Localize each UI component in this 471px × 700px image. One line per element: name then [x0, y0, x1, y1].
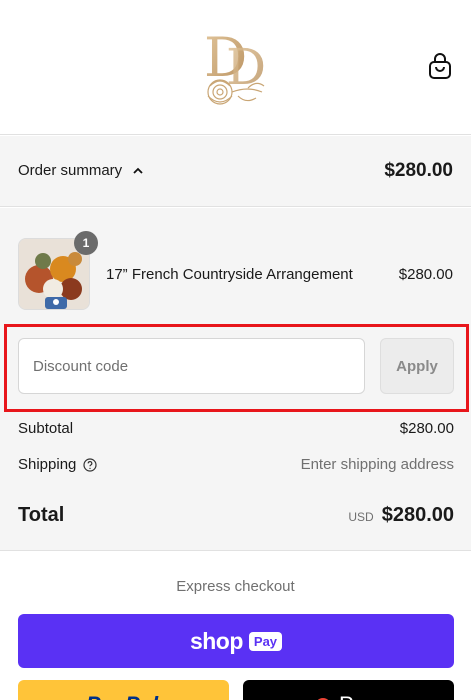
shopping-bag-icon[interactable]: [426, 52, 454, 82]
order-summary-toggle[interactable]: Order summary $280.00: [0, 136, 471, 207]
subtotal-row: Subtotal $280.00: [18, 420, 454, 437]
svg-text:D: D: [226, 38, 266, 96]
chevron-up-icon: [133, 167, 143, 174]
shop-pay-badge: Pay: [248, 631, 283, 651]
paypal-logo: PayPal: [86, 692, 158, 700]
total-row: Total USD $280.00: [18, 504, 454, 527]
shipping-label: Shipping: [18, 456, 77, 473]
product-name: 17” French Countryside Arrangement: [106, 266, 353, 283]
google-pay-label: Pay: [339, 692, 377, 700]
shipping-label-group: Shipping: [18, 456, 97, 473]
order-summary-label: Order summary: [18, 162, 123, 179]
shop-pay-button[interactable]: shop Pay: [18, 614, 454, 668]
subtotal-value: $280.00: [399, 420, 454, 437]
site-header: D D: [0, 0, 471, 135]
currency-code: USD: [348, 510, 374, 524]
shipping-row: Shipping Enter shipping address: [18, 456, 454, 473]
order-summary-total: $280.00: [384, 160, 453, 181]
paypal-button[interactable]: PayPal: [18, 680, 229, 700]
quantity-badge: 1: [74, 231, 98, 255]
total-label: Total: [18, 504, 65, 526]
shop-pay-logo-word: shop: [189, 627, 243, 654]
question-circle-icon[interactable]: [83, 457, 97, 472]
order-summary-label-group[interactable]: Order summary: [18, 162, 144, 179]
product-price: $280.00: [398, 266, 453, 283]
google-pay-button[interactable]: Pay: [243, 680, 454, 700]
apply-discount-button[interactable]: Apply: [380, 338, 454, 394]
order-summary-panel: 1 17” French Countryside Arrangement $28…: [0, 208, 471, 551]
total-amount-group: USD $280.00: [348, 504, 454, 527]
subtotal-label: Subtotal: [18, 420, 74, 437]
express-checkout-label: Express checkout: [176, 578, 295, 595]
store-logo[interactable]: D D: [190, 16, 280, 111]
shipping-value: Enter shipping address: [300, 456, 454, 473]
total-amount: $280.00: [381, 504, 454, 526]
discount-code-input[interactable]: [18, 338, 365, 394]
